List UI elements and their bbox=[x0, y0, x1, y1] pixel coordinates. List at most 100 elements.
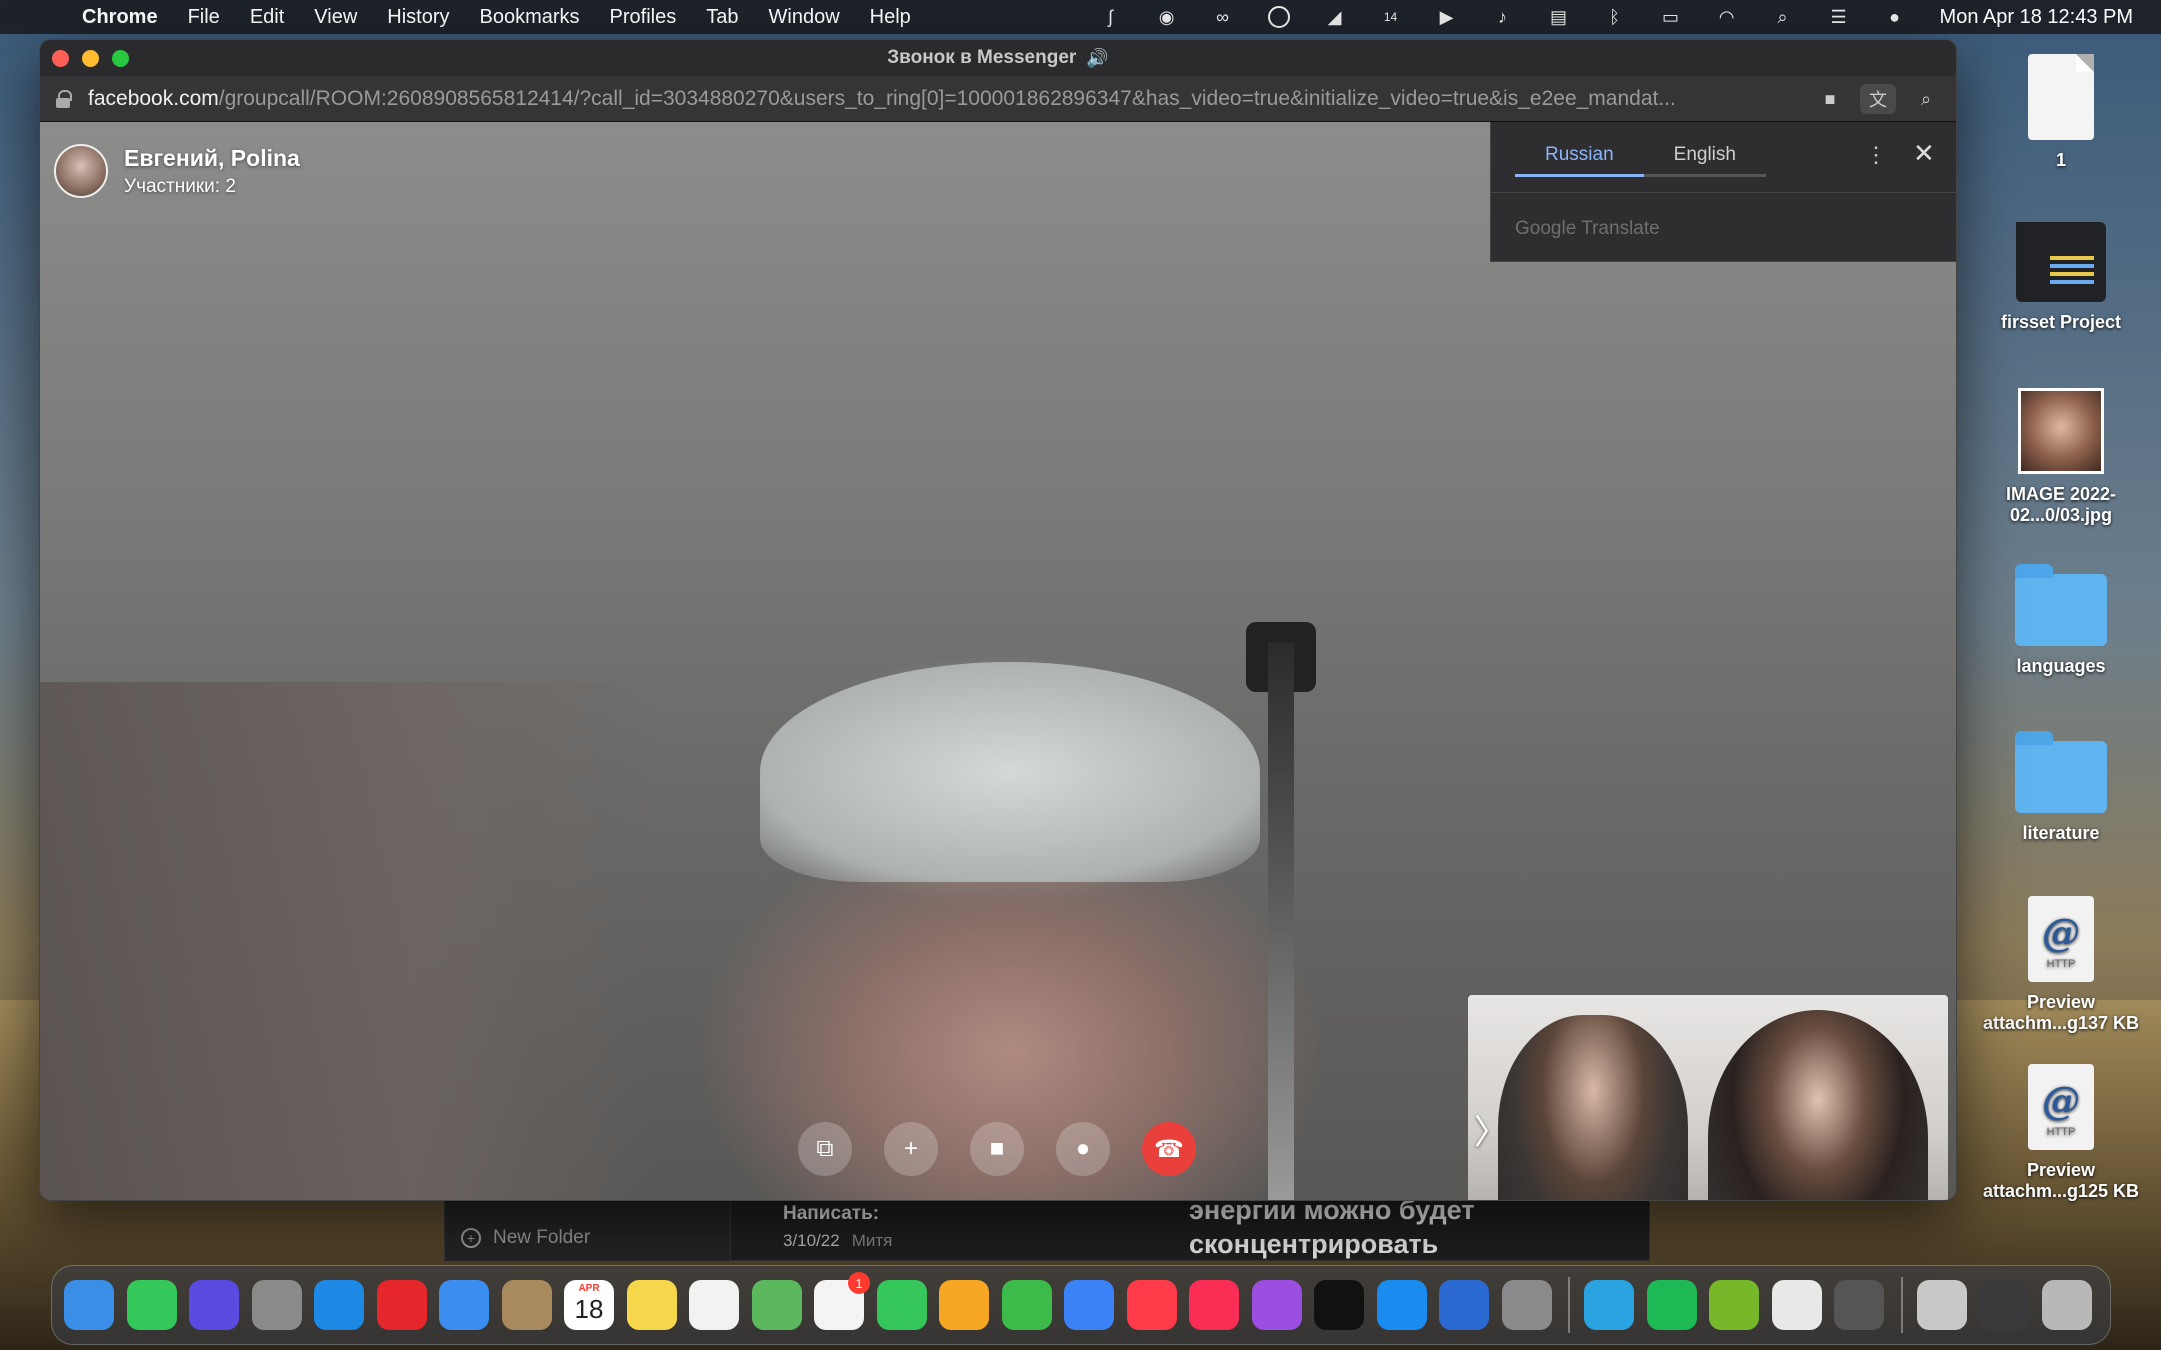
menu-profiles[interactable]: Profiles bbox=[610, 6, 677, 29]
dock-podcasts-icon[interactable] bbox=[1251, 1280, 1302, 1330]
close-icon[interactable]: ✕ bbox=[1913, 138, 1935, 169]
end-call-button[interactable]: ☎ bbox=[1142, 1122, 1196, 1176]
add-person-button[interactable]: + bbox=[884, 1122, 938, 1176]
camera-in-use-icon[interactable]: ■ bbox=[1812, 84, 1848, 114]
dock-launchpad-icon[interactable] bbox=[251, 1280, 302, 1330]
minimize-window-button[interactable] bbox=[82, 50, 99, 67]
menu-clock[interactable]: Mon Apr 18 12:43 PM bbox=[1940, 6, 2133, 29]
menu-window[interactable]: Window bbox=[769, 6, 840, 29]
dock-messages-icon[interactable] bbox=[876, 1280, 927, 1330]
dock-calendar-icon[interactable]: APR 18 bbox=[564, 1280, 614, 1330]
dock-music-icon[interactable] bbox=[1189, 1280, 1239, 1330]
dock-app-store-icon[interactable] bbox=[1376, 1280, 1427, 1330]
address-bar[interactable]: facebook.com /groupcall/ROOM:26089085658… bbox=[40, 76, 1956, 122]
menu-file[interactable]: File bbox=[188, 6, 220, 29]
dock-scribe-icon[interactable] bbox=[1834, 1280, 1884, 1330]
dock-opera-icon[interactable] bbox=[376, 1280, 427, 1330]
note-body[interactable]: энергии можно будет сконцентрировать bbox=[1189, 1193, 1475, 1261]
dock-photos-icon[interactable]: 1 bbox=[814, 1272, 870, 1330]
more-options-icon[interactable]: ⋮ bbox=[1865, 142, 1887, 168]
close-window-button[interactable] bbox=[52, 50, 69, 67]
audio-playing-icon: 🔊 bbox=[1086, 47, 1109, 68]
recorder-icon[interactable]: ◉ bbox=[1152, 6, 1182, 28]
collapse-preview-icon[interactable]: 〉 bbox=[1474, 1105, 1508, 1154]
fullscreen-window-button[interactable] bbox=[112, 50, 129, 67]
dock-pages-icon[interactable] bbox=[939, 1280, 989, 1330]
dock-spotify-icon[interactable] bbox=[1646, 1280, 1697, 1330]
dock-apple-tv-icon[interactable] bbox=[1314, 1280, 1364, 1330]
calendar-day: 18 bbox=[574, 1294, 604, 1324]
dock-screenshots-stack-icon[interactable] bbox=[1979, 1280, 2029, 1330]
desktop-item-firsset-project[interactable]: firsset Project bbox=[1976, 222, 2146, 333]
address-bar-actions: ■ 文 ⌕ bbox=[1800, 84, 1944, 114]
zoom-icon[interactable]: ⌕ bbox=[1908, 84, 1944, 114]
desktop-item-document[interactable]: 1 bbox=[1976, 54, 2146, 171]
desktop-item-literature[interactable]: literature bbox=[1976, 731, 2146, 844]
dock-swiftly-icon[interactable] bbox=[1439, 1280, 1489, 1330]
wifi-icon[interactable]: ◠ bbox=[1712, 6, 1742, 28]
window-titlebar[interactable]: Звонок в Messenger 🔊 bbox=[40, 40, 1956, 76]
spotlight-icon[interactable]: ⌕ bbox=[1768, 6, 1798, 28]
share-screen-icon: ⧉ bbox=[816, 1135, 834, 1162]
bluetooth-icon[interactable]: ᛒ bbox=[1600, 6, 1630, 28]
dock-numbers-icon[interactable] bbox=[1001, 1280, 1052, 1330]
video-toggle-button[interactable]: ■ bbox=[970, 1122, 1024, 1176]
desktop-item-languages[interactable]: languages bbox=[1976, 564, 2146, 677]
play-icon[interactable]: ▶ bbox=[1432, 6, 1462, 28]
call-participant-names: Евгений, Polina bbox=[124, 144, 300, 171]
battery-icon[interactable]: ▭ bbox=[1656, 6, 1686, 28]
dock-maps-icon[interactable] bbox=[751, 1280, 802, 1330]
dock-contacts-icon[interactable] bbox=[501, 1280, 552, 1330]
note-list-item[interactable]: Написать: 3/10/22 Митя bbox=[783, 1203, 892, 1251]
avatar[interactable] bbox=[54, 144, 108, 198]
dock-system-preferences-icon[interactable] bbox=[1501, 1280, 1552, 1330]
dock-telegram-icon[interactable] bbox=[1584, 1280, 1634, 1330]
utorrent-icon[interactable] bbox=[1264, 6, 1294, 28]
swiftly-icon[interactable]: ◢ bbox=[1320, 6, 1350, 28]
desktop-item-image[interactable]: IMAGE 2022-02...0/03.jpg bbox=[1976, 388, 2146, 526]
control-center-icon[interactable]: ☰ bbox=[1824, 6, 1854, 28]
desktop-item-preview-125[interactable]: @ HTTP Preview attachm...g125 KB bbox=[1976, 1064, 2146, 1202]
us-flag-icon[interactable]: ▤ bbox=[1544, 6, 1574, 28]
dock-safari-icon[interactable] bbox=[314, 1280, 364, 1330]
divider bbox=[1491, 192, 1956, 193]
siri-icon[interactable]: ● bbox=[1880, 6, 1910, 28]
creative-cloud-icon[interactable]: ∞ bbox=[1208, 6, 1238, 28]
notification-count-icon[interactable]: 14 bbox=[1376, 6, 1406, 28]
menu-edit[interactable]: Edit bbox=[250, 6, 284, 29]
new-folder-button[interactable]: + New Folder bbox=[461, 1227, 590, 1249]
dock-notes-icon[interactable] bbox=[626, 1280, 677, 1330]
share-screen-button[interactable]: ⧉ bbox=[798, 1122, 852, 1176]
self-video-preview[interactable]: 〉 bbox=[1468, 995, 1948, 1200]
tab-russian[interactable]: Russian bbox=[1515, 136, 1644, 177]
translate-icon[interactable]: 文 bbox=[1860, 84, 1896, 114]
note-date: 3/10/22 bbox=[783, 1231, 840, 1250]
microphone-toggle-button[interactable]: ● bbox=[1056, 1122, 1110, 1176]
dock-chrome-icon[interactable] bbox=[1771, 1280, 1822, 1330]
dock-keynote-icon[interactable] bbox=[1064, 1280, 1114, 1330]
menu-help[interactable]: Help bbox=[870, 6, 911, 29]
menu-app-name[interactable]: Chrome bbox=[82, 6, 158, 29]
menu-history[interactable]: History bbox=[387, 6, 449, 29]
http-file-icon: @ HTTP bbox=[2028, 896, 2094, 982]
dock-news-icon[interactable] bbox=[1126, 1280, 1177, 1330]
dock-finder-icon[interactable] bbox=[64, 1280, 114, 1330]
lock-icon[interactable] bbox=[56, 89, 72, 108]
volume-icon[interactable]: ♪ bbox=[1488, 6, 1518, 28]
google-translate-brand: Google Translate bbox=[1515, 218, 1660, 239]
dock-reminders-icon[interactable] bbox=[689, 1280, 739, 1330]
dock-siri-icon[interactable] bbox=[189, 1280, 239, 1330]
dock-facetime-icon[interactable] bbox=[126, 1280, 177, 1330]
dock-trash-icon[interactable] bbox=[2041, 1280, 2092, 1330]
scribe-icon[interactable]: ʃ bbox=[1096, 6, 1126, 28]
tab-english[interactable]: English bbox=[1643, 136, 1766, 177]
menu-view[interactable]: View bbox=[314, 6, 357, 29]
desktop-item-preview-137[interactable]: @ HTTP Preview attachm...g137 KB bbox=[1976, 896, 2146, 1034]
menu-tab[interactable]: Tab bbox=[706, 6, 738, 29]
dock-mail-icon[interactable] bbox=[439, 1280, 489, 1330]
menu-bookmarks[interactable]: Bookmarks bbox=[480, 6, 580, 29]
dock-utorrent-icon[interactable] bbox=[1709, 1280, 1759, 1330]
folder-icon bbox=[2015, 564, 2107, 646]
remote-video: Евгений, Polina Участники: 2 ⧉ + ■ ● ☎ 〉 bbox=[40, 122, 1956, 1200]
dock-documents-stack-icon[interactable] bbox=[1916, 1280, 1967, 1330]
